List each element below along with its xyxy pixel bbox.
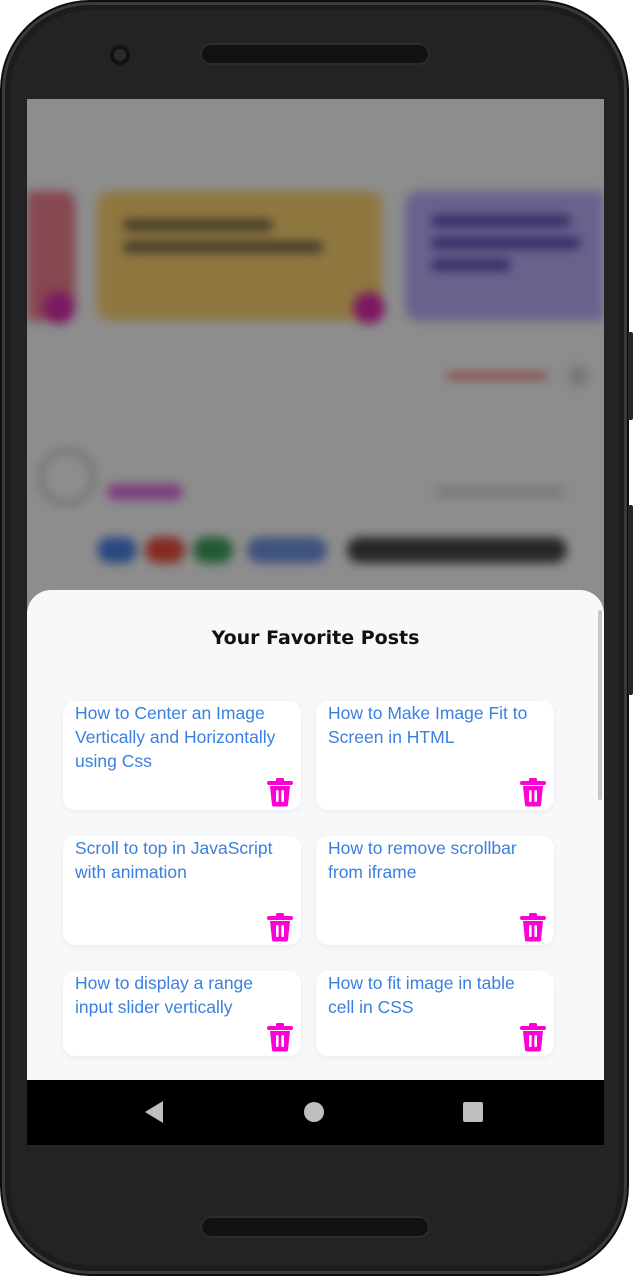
back-triangle-icon[interactable] bbox=[145, 1101, 163, 1123]
favorite-card[interactable]: How to Center an Image Vertically and Ho… bbox=[63, 701, 301, 810]
trash-icon[interactable] bbox=[265, 912, 295, 942]
trash-icon[interactable] bbox=[265, 777, 295, 807]
android-navbar bbox=[27, 1080, 604, 1145]
top-speaker bbox=[200, 43, 430, 65]
recents-square-icon[interactable] bbox=[463, 1102, 483, 1122]
favorite-card[interactable]: How to Make Image Fit to Screen in HTML bbox=[316, 701, 554, 810]
favorite-card[interactable]: How to fit image in table cell in CSS bbox=[316, 971, 554, 1056]
trash-icon[interactable] bbox=[518, 777, 548, 807]
favorite-title[interactable]: How to Center an Image Vertically and Ho… bbox=[75, 701, 289, 773]
scrollbar[interactable] bbox=[598, 610, 602, 800]
trash-icon[interactable] bbox=[518, 912, 548, 942]
sheet-title: Your Favorite Posts bbox=[211, 627, 420, 649]
favorite-card[interactable]: How to remove scrollbar from iframe bbox=[316, 836, 554, 945]
phone-screen: Your Favorite Posts How to Center an Ima… bbox=[27, 99, 604, 1145]
favorite-card[interactable]: Scroll to top in JavaScript with animati… bbox=[63, 836, 301, 945]
favorite-title[interactable]: Scroll to top in JavaScript with animati… bbox=[75, 836, 289, 884]
home-circle-icon[interactable] bbox=[304, 1102, 324, 1122]
favorite-title[interactable]: How to remove scrollbar from iframe bbox=[328, 836, 542, 884]
front-camera bbox=[110, 45, 130, 65]
favorite-title[interactable]: How to fit image in table cell in CSS bbox=[328, 971, 542, 1019]
volume-button bbox=[628, 332, 633, 420]
favorite-title[interactable]: How to display a range input slider vert… bbox=[75, 971, 289, 1019]
power-button bbox=[628, 505, 633, 695]
favorite-card[interactable]: How to display a range input slider vert… bbox=[63, 971, 301, 1056]
bottom-speaker bbox=[200, 1216, 430, 1238]
trash-icon[interactable] bbox=[265, 1022, 295, 1052]
favorites-sheet: Your Favorite Posts How to Center an Ima… bbox=[27, 590, 604, 1080]
favorite-title[interactable]: How to Make Image Fit to Screen in HTML bbox=[328, 701, 542, 749]
trash-icon[interactable] bbox=[518, 1022, 548, 1052]
